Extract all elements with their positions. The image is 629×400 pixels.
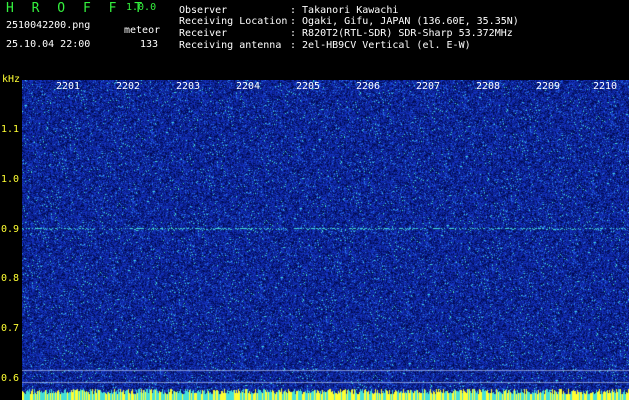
x-tick-label: 2205 [296,81,321,92]
y-tick-label: 0.9 [1,224,20,235]
info-value: : Ogaki, Gifu, JAPAN (136.60E, 35.35N) [290,16,519,27]
info-value: : R820T2(RTL-SDR) SDR-Sharp 53.372MHz [290,28,513,39]
y-tick-label: 0.7 [1,323,20,334]
y-tick-label: 0.8 [1,273,20,284]
x-tick-label: 2203 [176,81,201,92]
info-value: : Takanori Kawachi [290,5,399,16]
x-tick-label: 2202 [116,81,141,92]
file-name: 2510042200.png [6,20,91,31]
y-axis-unit: kHz [2,74,21,85]
app-version: 1.0.0 [126,2,157,13]
date-time: 25.10.04 22:00 [6,39,91,50]
info-location: Receiving Location: Ogaki, Gifu, JAPAN (… [179,17,519,27]
meteor-label: meteor [124,25,161,36]
info-label: Observer [179,5,228,16]
spectrogram [22,80,629,400]
meteor-count: 133 [140,39,159,50]
y-tick-label: 1.1 [1,124,20,135]
x-tick-label: 2210 [593,81,618,92]
x-tick-label: 2207 [416,81,441,92]
info-value: : 2el-HB9CV Vertical (el. E-W) [290,40,471,51]
info-antenna: Receiving antenna : 2el-HB9CV Vertical (e… [179,41,471,51]
x-tick-label: 2209 [536,81,561,92]
x-tick-label: 2206 [356,81,381,92]
info-label: Receiver [179,28,228,39]
info-label: Receiving Location [179,16,288,27]
y-tick-label: 1.0 [1,174,20,185]
x-tick-label: 2204 [236,81,261,92]
y-tick-label: 0.6 [1,373,20,384]
x-tick-label: 2201 [56,81,81,92]
x-tick-label: 2208 [476,81,501,92]
info-observer: Observer : Takanori Kawachi [179,6,398,16]
info-label: Receiving antenna [179,40,282,51]
info-receiver: Receiver : R820T2(RTL-SDR) SDR-Sharp 53.3… [179,29,513,39]
